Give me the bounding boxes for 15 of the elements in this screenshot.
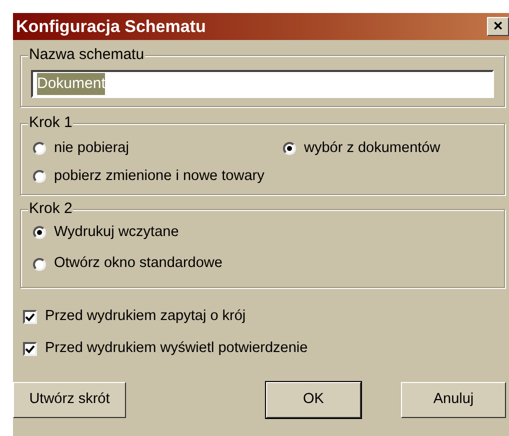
radio-option[interactable]: nie pobieraj (33, 138, 283, 160)
radio-option[interactable]: Otwórz okno standardowe (33, 253, 494, 275)
dialog-button[interactable]: OK (266, 382, 361, 418)
dialog-button[interactable]: Anuluj (401, 382, 506, 418)
radio-option[interactable]: Wydrukuj wczytane (33, 222, 494, 244)
group-label: Krok 2 (28, 200, 74, 216)
dialog-button[interactable]: Utwórz skrót (13, 382, 126, 418)
radio-option[interactable]: wybór z dokumentów (283, 138, 494, 160)
field-value: Dokument (37, 72, 106, 96)
close-button[interactable]: × (487, 17, 509, 36)
checkbox-option[interactable]: Przed wydrukiem wyświetl potwierdzenie (23, 338, 509, 360)
name-field[interactable]: Dokument (31, 70, 494, 98)
window-title: Konfiguracja Schematu (16, 16, 206, 38)
checkbox-option[interactable]: Przed wydrukiem zapytaj o krój (23, 306, 509, 328)
radio-option[interactable]: pobierz zmienione i nowe towary (33, 166, 283, 188)
